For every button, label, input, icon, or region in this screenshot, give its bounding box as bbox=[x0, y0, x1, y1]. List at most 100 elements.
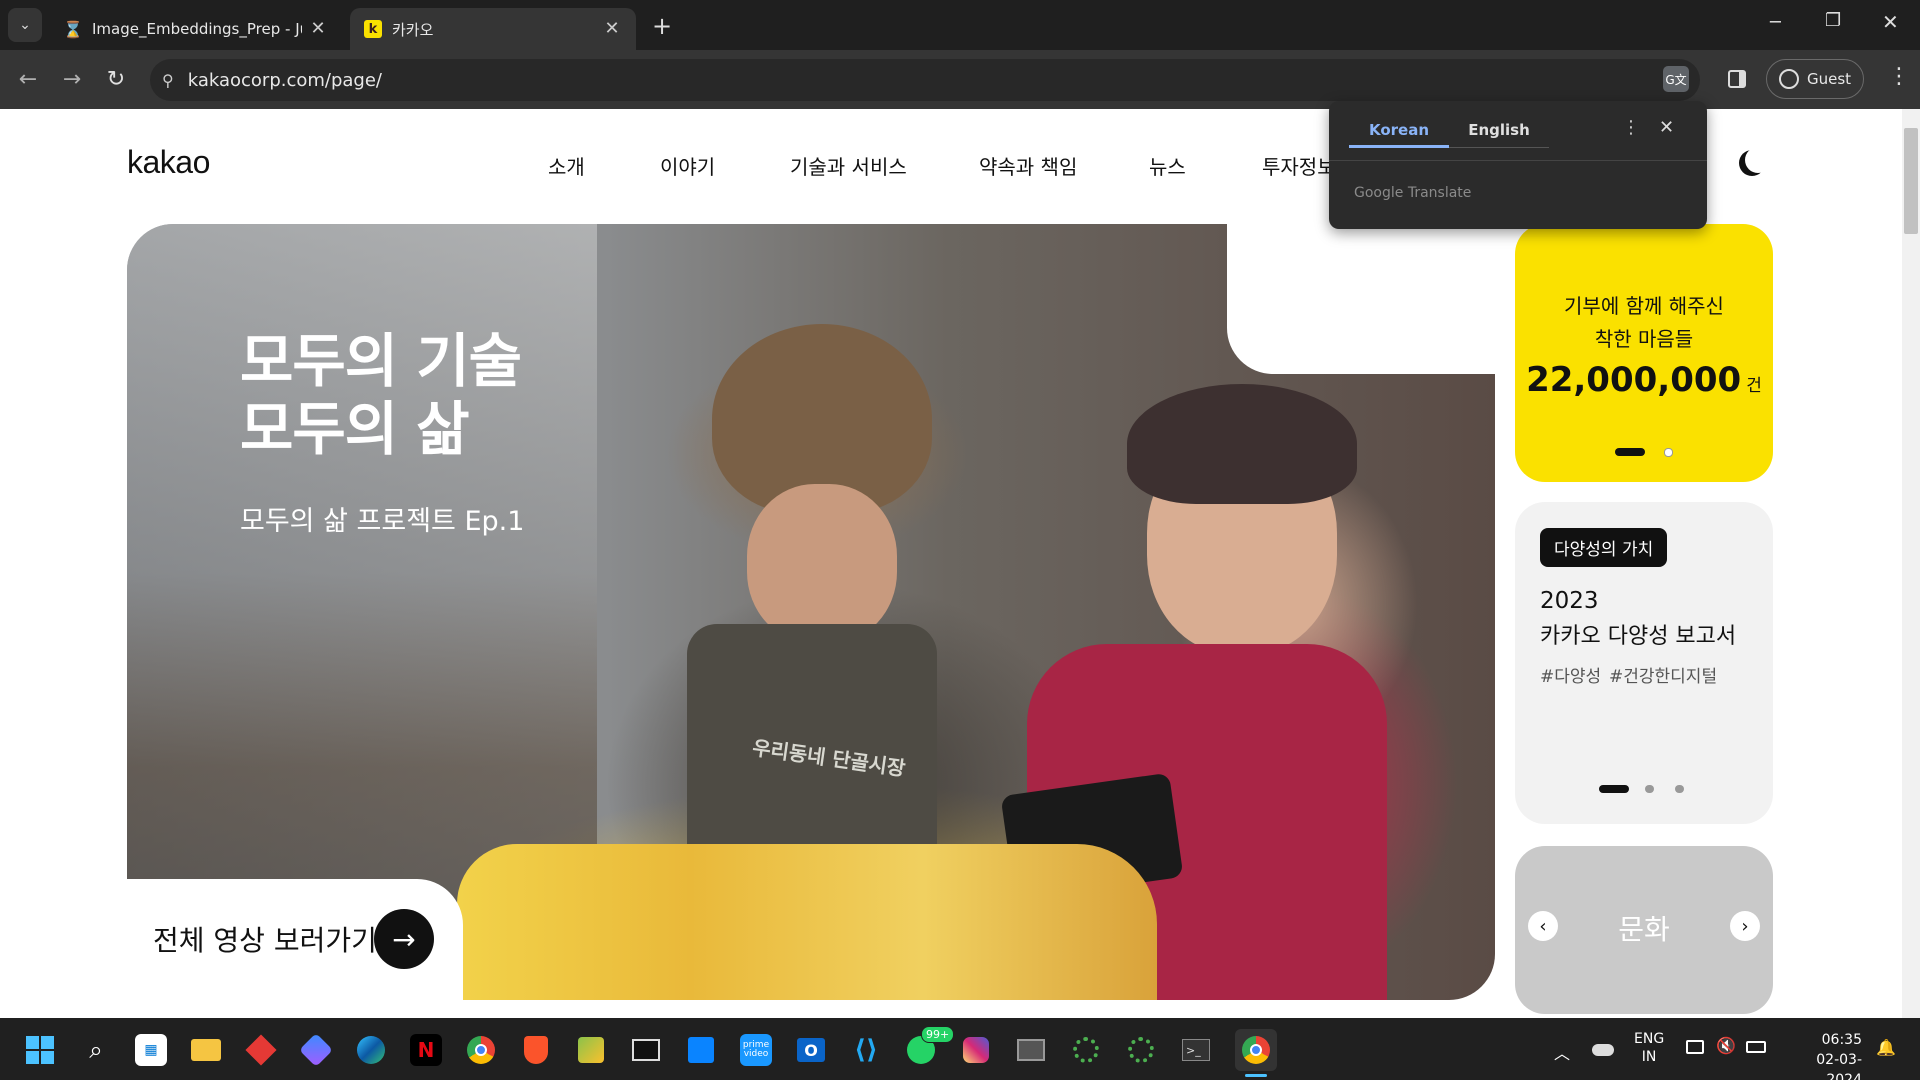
speech-bubble-tail bbox=[1758, 989, 1772, 1001]
kakao-logo[interactable]: kakao bbox=[127, 144, 210, 181]
plus-icon: + bbox=[652, 12, 673, 40]
profile-label: Guest bbox=[1806, 70, 1852, 88]
language-indicator[interactable]: ENG IN bbox=[1634, 1030, 1664, 1066]
window-restore-button[interactable]: ❐ bbox=[1825, 10, 1841, 31]
chrome-icon[interactable] bbox=[465, 1034, 497, 1066]
search-icon[interactable]: ⌕ bbox=[80, 1034, 112, 1066]
brave-icon[interactable] bbox=[520, 1034, 552, 1066]
tab-kakao[interactable]: k 카카오 ✕ bbox=[350, 8, 636, 50]
chevron-right-icon: › bbox=[1741, 915, 1749, 937]
close-icon[interactable]: ✕ bbox=[602, 18, 622, 39]
menu-kebab-icon[interactable]: ⋮ bbox=[1888, 64, 1910, 89]
watch-full-video-label[interactable]: 전체 영상 보러가기 bbox=[153, 919, 377, 959]
tag-diversity[interactable]: #다양성 bbox=[1540, 662, 1601, 687]
instagram-icon[interactable] bbox=[960, 1034, 992, 1066]
avatar-icon bbox=[1778, 69, 1799, 89]
notification-badge: 99+ bbox=[921, 1026, 955, 1043]
onedrive-icon[interactable] bbox=[1592, 1044, 1614, 1056]
translate-icon[interactable]: G文 bbox=[1663, 66, 1689, 92]
window-minimize-button[interactable]: ─ bbox=[1770, 12, 1781, 33]
kakao-k-icon: k bbox=[364, 20, 382, 38]
scrollbar-thumb[interactable] bbox=[1904, 128, 1918, 234]
new-tab-button[interactable]: + bbox=[652, 12, 672, 40]
translate-options-icon[interactable]: ⋮ bbox=[1622, 117, 1640, 138]
prime-video-icon[interactable]: prime video bbox=[740, 1034, 772, 1066]
page-scrollbar[interactable] bbox=[1902, 109, 1920, 1018]
battery-icon[interactable] bbox=[1746, 1041, 1766, 1053]
profile-button[interactable]: Guest bbox=[1766, 59, 1864, 99]
hero-corner-cutout bbox=[1227, 224, 1495, 374]
store-icon[interactable]: ▦ bbox=[135, 1034, 167, 1066]
network-icon[interactable] bbox=[1686, 1040, 1704, 1054]
hourglass-icon: ⌛ bbox=[63, 19, 83, 39]
pagination-dot-active[interactable] bbox=[1599, 785, 1629, 793]
edge-icon[interactable] bbox=[355, 1034, 387, 1066]
snack-bags-shape bbox=[457, 844, 1157, 1000]
clock-time: 06:35 bbox=[1821, 1032, 1862, 1048]
diversity-report-card[interactable]: 다양성의 가치 2023 카카오 다양성 보고서 #다양성 #건강한디지털 bbox=[1515, 502, 1773, 824]
nav-item-investors[interactable]: 투자정보 bbox=[1262, 151, 1336, 180]
url-text: kakaocorp.com/page/ bbox=[187, 69, 382, 91]
moon-icon[interactable] bbox=[1745, 147, 1771, 173]
nav-item-intro[interactable]: 소개 bbox=[548, 151, 585, 180]
nav-item-stories[interactable]: 이야기 bbox=[660, 151, 715, 180]
tablet-app-icon[interactable] bbox=[685, 1034, 717, 1066]
woman-hair-shape bbox=[1127, 384, 1357, 504]
windows-start-icon[interactable] bbox=[24, 1034, 56, 1066]
donation-card[interactable]: 기부에 함께 해주신 착한 마음들 22,000,000 건 bbox=[1515, 224, 1773, 482]
app-red-diamond-icon[interactable] bbox=[245, 1034, 277, 1066]
chrome-active-icon[interactable] bbox=[1235, 1029, 1277, 1071]
tab-search-button[interactable]: ⌄ bbox=[8, 8, 42, 42]
nav-item-commitment[interactable]: 약속과 책임 bbox=[979, 151, 1077, 180]
category-badge: 다양성의 가치 bbox=[1540, 528, 1668, 567]
language-region: IN bbox=[1641, 1049, 1657, 1065]
photos-icon[interactable] bbox=[575, 1034, 607, 1066]
nav-item-tech-services[interactable]: 기술과 서비스 bbox=[790, 151, 907, 180]
notification-bell-icon[interactable]: 🔔 bbox=[1876, 1038, 1896, 1057]
outlook-icon[interactable]: O bbox=[795, 1034, 827, 1066]
loading-app-icon[interactable] bbox=[1125, 1034, 1157, 1066]
volume-muted-icon[interactable]: 🔇 bbox=[1716, 1036, 1736, 1055]
nav-item-news[interactable]: 뉴스 bbox=[1149, 151, 1186, 180]
tab-title: Image_Embeddings_Prep - Jupy bbox=[92, 20, 302, 38]
window-close-button[interactable]: ✕ bbox=[1882, 10, 1899, 34]
pagination-dot[interactable] bbox=[1645, 785, 1654, 793]
clock[interactable]: 06:35 02-03-2024 bbox=[1784, 1030, 1862, 1090]
whatsapp-icon[interactable]: 99+ bbox=[905, 1026, 955, 1066]
close-icon[interactable]: ✕ bbox=[308, 18, 328, 39]
loading-app-icon[interactable] bbox=[1070, 1034, 1102, 1066]
category-carousel-card[interactable]: ‹ 문화 › bbox=[1515, 846, 1773, 1014]
man-face-shape bbox=[747, 484, 897, 644]
donation-line2: 착한 마음들 bbox=[1594, 327, 1694, 351]
terminal-icon[interactable]: >_ bbox=[1180, 1034, 1212, 1066]
active-app-indicator bbox=[1245, 1074, 1267, 1077]
copilot-icon[interactable] bbox=[299, 1033, 333, 1067]
close-icon[interactable]: ✕ bbox=[1659, 117, 1674, 138]
side-panel-icon[interactable] bbox=[1728, 70, 1746, 88]
app-window-icon[interactable] bbox=[1015, 1034, 1047, 1066]
reload-button[interactable]: ↻ bbox=[100, 64, 132, 96]
netflix-icon[interactable]: N bbox=[410, 1034, 442, 1066]
translate-tab-english[interactable]: English bbox=[1449, 113, 1549, 148]
terminal-app-icon[interactable] bbox=[630, 1034, 662, 1066]
arrow-right-icon: → bbox=[392, 922, 416, 956]
translate-tab-korean[interactable]: Korean bbox=[1349, 113, 1449, 148]
pagination-dot-active[interactable] bbox=[1615, 448, 1645, 456]
pagination-dot[interactable] bbox=[1675, 785, 1684, 793]
vscode-icon[interactable]: ⟨⟩ bbox=[850, 1034, 882, 1066]
watch-full-video-button[interactable]: → bbox=[374, 909, 434, 969]
address-bar[interactable]: ⚲ kakaocorp.com/page/ bbox=[150, 59, 1700, 101]
hero-title-line2: 모두의 삶 bbox=[240, 395, 470, 463]
back-button[interactable]: ← bbox=[12, 64, 44, 96]
chevron-down-icon: ⌄ bbox=[19, 17, 31, 33]
pagination-dot[interactable] bbox=[1664, 448, 1673, 457]
tab-jupyter[interactable]: ⌛ Image_Embeddings_Prep - Jupy ✕ bbox=[50, 8, 342, 50]
donation-line1: 기부에 함께 해주신 bbox=[1564, 294, 1724, 318]
clock-date: 02-03-2024 bbox=[1816, 1052, 1862, 1088]
chevron-up-icon[interactable]: ︿ bbox=[1554, 1040, 1570, 1064]
site-info-icon[interactable]: ⚲ bbox=[162, 71, 174, 90]
carousel-next-button[interactable]: › bbox=[1730, 911, 1760, 941]
tag-healthy-digital[interactable]: #건강한디지털 bbox=[1609, 662, 1717, 687]
file-explorer-icon[interactable] bbox=[190, 1034, 222, 1066]
forward-button[interactable]: → bbox=[56, 64, 88, 96]
